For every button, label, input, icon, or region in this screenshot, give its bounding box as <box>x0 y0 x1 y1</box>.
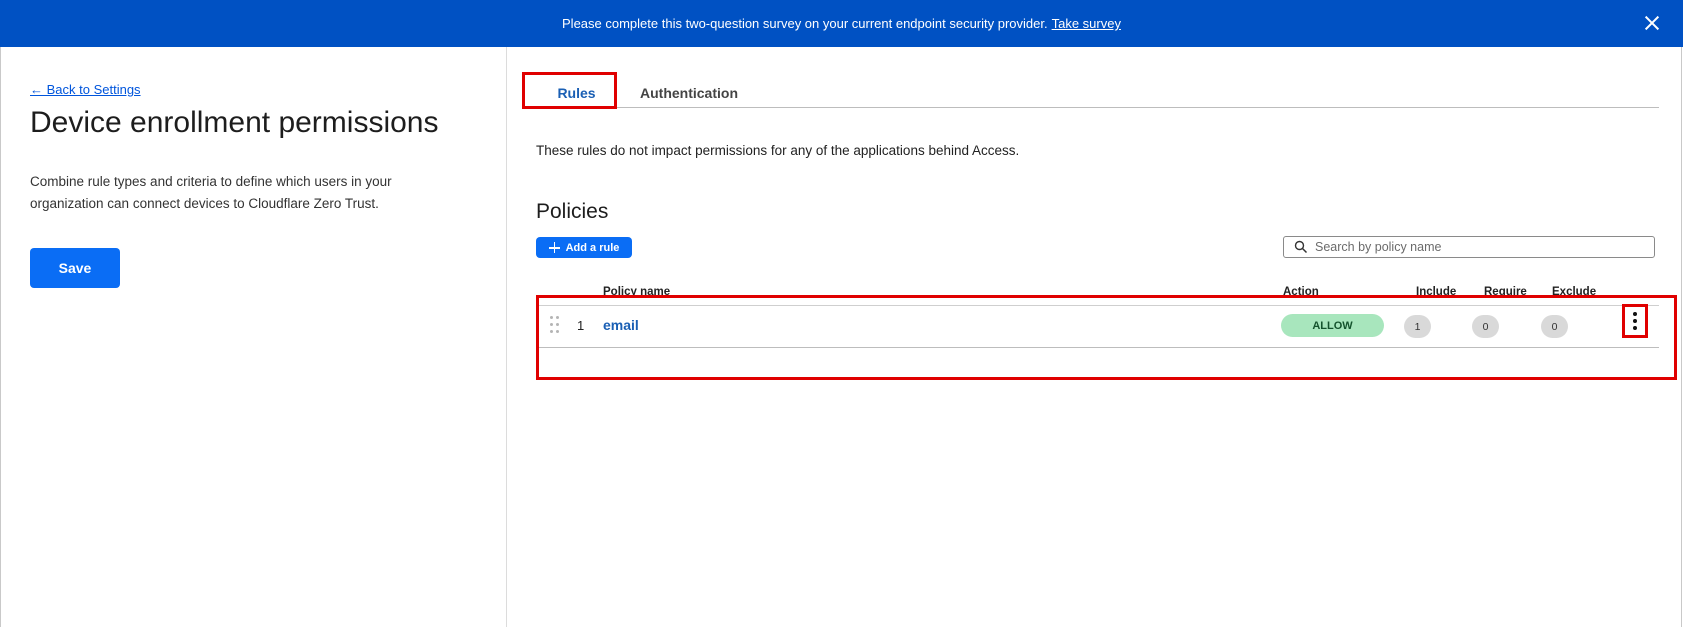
add-rule-label: Add a rule <box>565 241 620 254</box>
tab-authentication[interactable]: Authentication <box>640 85 738 101</box>
add-rule-button[interactable]: Add a rule <box>536 237 632 258</box>
close-icon[interactable] <box>1643 14 1661 32</box>
save-button[interactable]: Save <box>30 248 120 288</box>
policies-heading: Policies <box>536 200 609 223</box>
tab-rules-highlight <box>522 72 617 109</box>
page-description: Combine rule types and criteria to defin… <box>30 174 392 211</box>
tabs-underline <box>536 107 1659 108</box>
rules-info-text: These rules do not impact permissions fo… <box>536 143 1020 158</box>
table-highlight <box>536 295 1677 380</box>
search-input[interactable] <box>1315 240 1635 254</box>
right-border <box>1681 47 1682 627</box>
left-border <box>0 47 1 627</box>
plus-icon <box>548 242 560 253</box>
back-to-settings-link[interactable]: ← Back to Settings <box>30 82 141 97</box>
page-title: Device enrollment permissions <box>30 106 439 139</box>
search-icon <box>1294 240 1308 254</box>
survey-banner: Please complete this two-question survey… <box>0 0 1683 47</box>
search-box[interactable] <box>1283 236 1655 258</box>
panel-divider <box>506 47 507 627</box>
banner-message: Please complete this two-question survey… <box>562 16 1048 31</box>
take-survey-link[interactable]: Take survey <box>1052 16 1121 31</box>
